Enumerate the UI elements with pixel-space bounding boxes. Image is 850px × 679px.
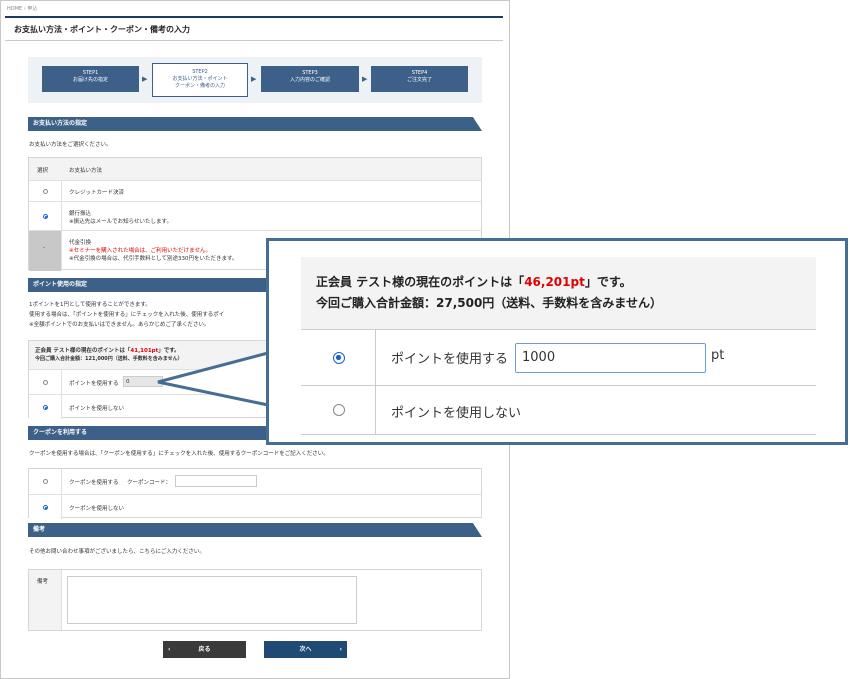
zoom-use-points-row[interactable]: ポイントを使用する 1000 pt xyxy=(301,329,816,386)
zoom-no-points-row[interactable]: ポイントを使用しない xyxy=(301,385,816,435)
zoom-points-info: 正会員 テスト様の現在のポイントは「46,201pt」です。 今回ご購入合計金額… xyxy=(301,257,816,329)
zoom-use-points-radio[interactable] xyxy=(333,352,345,364)
zoom-points-balance-value: 46,201pt xyxy=(524,275,585,289)
zoom-points-unit: pt xyxy=(711,348,725,363)
zoom-no-points-radio[interactable] xyxy=(333,404,345,416)
zoom-no-points-label[interactable]: ポイントを使用しない xyxy=(391,402,521,421)
zoom-points-balance-text: 正会員 テスト様の現在のポイントは「46,201pt」です。 xyxy=(316,275,632,289)
zoom-points-amount-input[interactable]: 1000 xyxy=(515,343,706,373)
zoom-use-points-label[interactable]: ポイントを使用する xyxy=(391,348,508,367)
zoom-callout: 正会員 テスト様の現在のポイントは「46,201pt」です。 今回ご購入合計金額… xyxy=(266,238,848,445)
zoom-order-total: 今回ご購入合計金額：27,500円（送料、手数料を含みません） xyxy=(316,296,662,310)
